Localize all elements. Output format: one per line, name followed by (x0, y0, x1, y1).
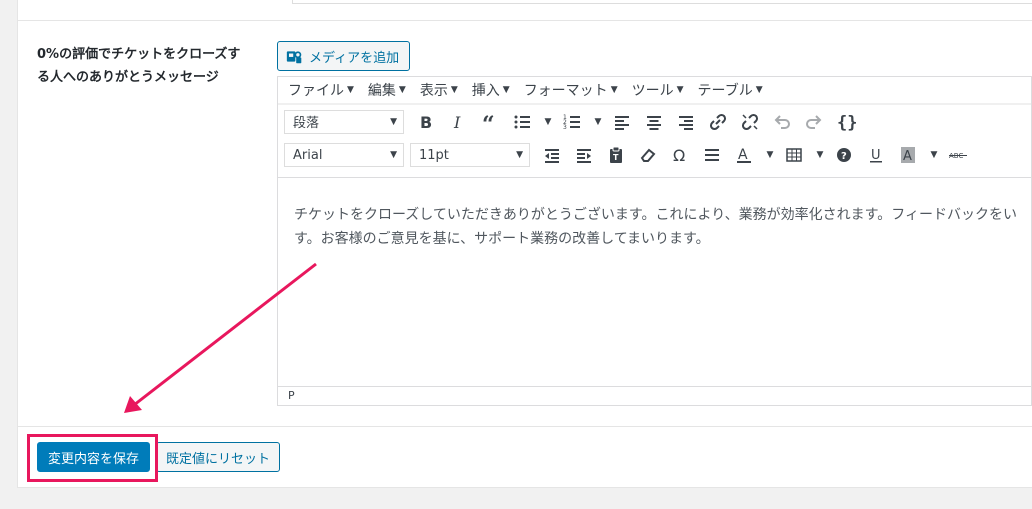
media-icon (286, 48, 303, 65)
align-left-icon[interactable] (606, 108, 638, 136)
content-line: す。お客様のご意見を基に、サポート業務の改善してまいります。 (294, 231, 710, 247)
menu-file[interactable]: ファイル ▼ (288, 80, 354, 100)
caret-down-icon: ▼ (610, 85, 618, 95)
caret-down-icon: ▼ (755, 85, 763, 95)
svg-text:U: U (871, 148, 881, 163)
editor-menubar: ファイル ▼ 編集 ▼ 表示 ▼ 挿入 ▼ フォーマット ▼ ツール ▼ テーブル ▼ (278, 77, 1031, 104)
menu-view[interactable]: 表示 ▼ (420, 80, 458, 100)
chevron-down-icon[interactable]: ▼ (538, 108, 556, 136)
background-color-icon[interactable]: A (892, 141, 924, 169)
add-media-label: メディアを追加 (309, 50, 400, 66)
editor-status-path: P (278, 386, 1031, 405)
svg-text:B: B (420, 113, 432, 132)
menu-edit[interactable]: 編集 ▼ (368, 80, 406, 100)
save-changes-button[interactable]: 変更内容を保存 (37, 442, 150, 472)
svg-text:I: I (453, 113, 461, 132)
svg-text:?: ? (841, 151, 847, 162)
bold-icon[interactable]: B (410, 108, 442, 136)
chevron-down-icon[interactable]: ▼ (924, 141, 942, 169)
caret-down-icon: ▼ (347, 85, 354, 95)
previous-field-edge (292, 0, 1032, 4)
outdent-icon[interactable] (536, 141, 568, 169)
field-label: 0%の評価でチケットをクローズする人へのありがとうメッセージ (37, 47, 241, 85)
text-color-icon[interactable]: A (728, 141, 760, 169)
align-center-icon[interactable] (638, 108, 670, 136)
caret-down-icon: ▼ (516, 150, 523, 160)
font-size-select[interactable]: 11pt ▼ (410, 143, 530, 167)
underline-icon[interactable]: U (860, 141, 892, 169)
caret-down-icon: ▼ (450, 85, 458, 95)
menu-format[interactable]: フォーマット ▼ (524, 80, 618, 100)
link-icon[interactable] (702, 108, 734, 136)
clear-formatting-icon[interactable] (632, 141, 664, 169)
caret-down-icon: ▼ (676, 85, 684, 95)
bullet-list-icon[interactable] (506, 108, 538, 136)
redo-icon[interactable] (798, 108, 830, 136)
editor-toolbar-2: Arial ▼ 11pt ▼ T Ω A ▼ ▼ ? U A ▼ ABC (278, 138, 1031, 172)
undo-icon[interactable] (766, 108, 798, 136)
caret-down-icon: ▼ (390, 150, 397, 160)
code-icon[interactable]: {} (830, 108, 862, 136)
special-character-icon[interactable]: Ω (664, 141, 696, 169)
horizontal-line-icon[interactable] (696, 141, 728, 169)
help-icon[interactable]: ? (828, 141, 860, 169)
menu-tools[interactable]: ツール ▼ (632, 80, 684, 100)
svg-text:A: A (903, 149, 912, 164)
editor-content[interactable]: チケットをクローズしていただきありがとうございます。これにより、業務が効率化され… (278, 177, 1031, 387)
editor-toolbar-1: 段落 ▼ B I “ ▼ 123 ▼ {} (278, 104, 1031, 138)
content-line: チケットをクローズしていただきありがとうございます。これにより、業務が効率化され… (294, 207, 1017, 223)
paste-text-icon[interactable]: T (600, 141, 632, 169)
svg-text:Ω: Ω (673, 146, 685, 165)
divider (18, 426, 1032, 427)
italic-icon[interactable]: I (442, 108, 474, 136)
add-media-button[interactable]: メディアを追加 (277, 41, 410, 71)
blockquote-icon[interactable]: “ (474, 108, 506, 136)
reset-defaults-button[interactable]: 既定値にリセット (156, 442, 280, 472)
svg-text:T: T (613, 153, 619, 162)
menu-insert[interactable]: 挿入 ▼ (472, 80, 510, 100)
numbered-list-icon[interactable]: 123 (556, 108, 588, 136)
unlink-icon[interactable] (734, 108, 766, 136)
format-select[interactable]: 段落 ▼ (284, 109, 404, 134)
font-family-select[interactable]: Arial ▼ (284, 143, 404, 167)
caret-down-icon: ▼ (390, 116, 397, 127)
svg-text:A: A (738, 147, 748, 163)
chevron-down-icon[interactable]: ▼ (810, 141, 828, 169)
caret-down-icon: ▼ (502, 85, 510, 95)
divider (18, 20, 1032, 21)
rich-text-editor: ファイル ▼ 編集 ▼ 表示 ▼ 挿入 ▼ フォーマット ▼ ツール ▼ テーブル ▼ 段落 … (277, 76, 1032, 406)
chevron-down-icon[interactable]: ▼ (760, 141, 778, 169)
menu-table[interactable]: テーブル ▼ (698, 80, 763, 100)
svg-text:“: “ (482, 112, 495, 132)
indent-icon[interactable] (568, 141, 600, 169)
strikethrough-icon[interactable]: ABC (942, 141, 974, 169)
svg-text:3: 3 (563, 124, 567, 131)
align-right-icon[interactable] (670, 108, 702, 136)
svg-text:{}: {} (837, 113, 856, 132)
chevron-down-icon[interactable]: ▼ (588, 108, 606, 136)
caret-down-icon: ▼ (398, 85, 406, 95)
table-icon[interactable] (778, 141, 810, 169)
